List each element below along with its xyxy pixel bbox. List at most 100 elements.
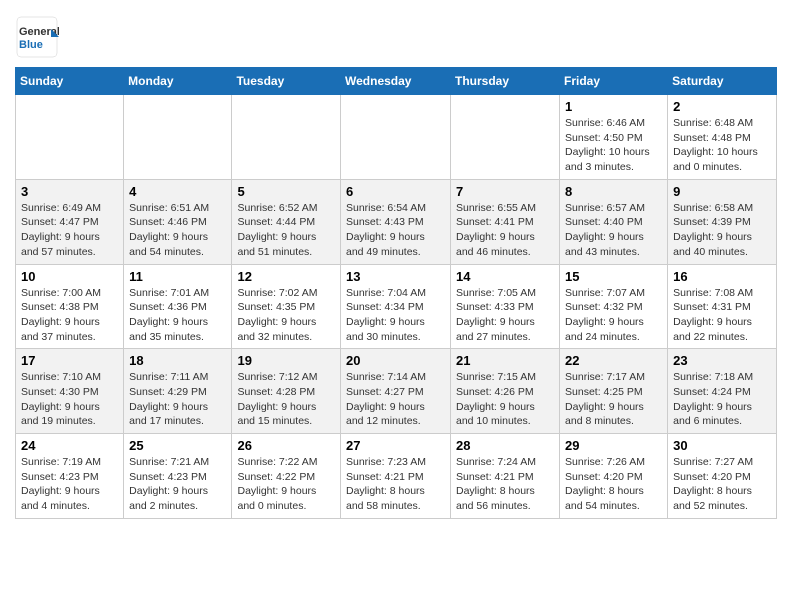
day-number: 18 <box>129 353 226 368</box>
day-number: 20 <box>346 353 445 368</box>
calendar-cell: 20Sunrise: 7:14 AM Sunset: 4:27 PM Dayli… <box>341 349 451 434</box>
calendar-cell: 19Sunrise: 7:12 AM Sunset: 4:28 PM Dayli… <box>232 349 341 434</box>
day-info: Sunrise: 6:46 AM Sunset: 4:50 PM Dayligh… <box>565 116 662 175</box>
week-row-2: 3 Sunrise: 6:49 AM Sunset: 4:47 PM Daylig… <box>16 179 777 264</box>
day-number: 7 <box>456 184 554 199</box>
calendar-cell: 18Sunrise: 7:11 AM Sunset: 4:29 PM Dayli… <box>124 349 232 434</box>
weekday-header-saturday: Saturday <box>668 68 777 95</box>
day-number: 29 <box>565 438 662 453</box>
day-number: 14 <box>456 269 554 284</box>
day-number: 6 <box>346 184 445 199</box>
calendar-cell: 2 Sunrise: 6:48 AM Sunset: 4:48 PM Daylig… <box>668 95 777 180</box>
calendar-cell: 29 Sunrise: 7:26 AM Sunset: 4:20 PM Dayli… <box>560 434 668 519</box>
weekday-header-row: SundayMondayTuesdayWednesdayThursdayFrid… <box>16 68 777 95</box>
day-number: 11 <box>129 269 226 284</box>
day-number: 24 <box>21 438 118 453</box>
calendar: SundayMondayTuesdayWednesdayThursdayFrid… <box>15 67 777 519</box>
calendar-cell: 14 Sunrise: 7:05 AM Sunset: 4:33 PM Dayli… <box>451 264 560 349</box>
day-info: Sunrise: 7:19 AM Sunset: 4:23 PM Dayligh… <box>21 455 118 514</box>
calendar-cell: 24 Sunrise: 7:19 AM Sunset: 4:23 PM Dayli… <box>16 434 124 519</box>
calendar-cell: 16 Sunrise: 7:08 AM Sunset: 4:31 PM Dayli… <box>668 264 777 349</box>
day-number: 21 <box>456 353 554 368</box>
weekday-header-tuesday: Tuesday <box>232 68 341 95</box>
day-info: Sunrise: 7:15 AM Sunset: 4:26 PM Dayligh… <box>456 370 554 429</box>
day-info: Sunrise: 7:22 AM Sunset: 4:22 PM Dayligh… <box>237 455 335 514</box>
calendar-cell <box>341 95 451 180</box>
day-info: Sunrise: 7:27 AM Sunset: 4:20 PM Dayligh… <box>673 455 771 514</box>
day-info: Sunrise: 6:49 AM Sunset: 4:47 PM Dayligh… <box>21 201 118 260</box>
day-number: 9 <box>673 184 771 199</box>
calendar-cell <box>232 95 341 180</box>
calendar-cell: 11 Sunrise: 7:01 AM Sunset: 4:36 PM Dayli… <box>124 264 232 349</box>
weekday-header-monday: Monday <box>124 68 232 95</box>
calendar-cell: 5 Sunrise: 6:52 AM Sunset: 4:44 PM Daylig… <box>232 179 341 264</box>
day-info: Sunrise: 7:02 AM Sunset: 4:35 PM Dayligh… <box>237 286 335 345</box>
day-number: 5 <box>237 184 335 199</box>
day-number: 8 <box>565 184 662 199</box>
week-row-5: 24 Sunrise: 7:19 AM Sunset: 4:23 PM Dayli… <box>16 434 777 519</box>
svg-text:Blue: Blue <box>19 39 43 51</box>
calendar-cell: 17 Sunrise: 7:10 AM Sunset: 4:30 PM Dayli… <box>16 349 124 434</box>
day-info: Sunrise: 6:54 AM Sunset: 4:43 PM Dayligh… <box>346 201 445 260</box>
day-info: Sunrise: 7:26 AM Sunset: 4:20 PM Dayligh… <box>565 455 662 514</box>
day-number: 26 <box>237 438 335 453</box>
day-number: 3 <box>21 184 118 199</box>
day-number: 15 <box>565 269 662 284</box>
calendar-cell: 6 Sunrise: 6:54 AM Sunset: 4:43 PM Daylig… <box>341 179 451 264</box>
day-number: 2 <box>673 99 771 114</box>
day-number: 27 <box>346 438 445 453</box>
calendar-cell: 25 Sunrise: 7:21 AM Sunset: 4:23 PM Dayli… <box>124 434 232 519</box>
calendar-cell: 8 Sunrise: 6:57 AM Sunset: 4:40 PM Daylig… <box>560 179 668 264</box>
day-info: Sunrise: 7:21 AM Sunset: 4:23 PM Dayligh… <box>129 455 226 514</box>
calendar-cell: 7 Sunrise: 6:55 AM Sunset: 4:41 PM Daylig… <box>451 179 560 264</box>
day-info: Sunrise: 6:57 AM Sunset: 4:40 PM Dayligh… <box>565 201 662 260</box>
day-number: 1 <box>565 99 662 114</box>
day-info: Sunrise: 6:58 AM Sunset: 4:39 PM Dayligh… <box>673 201 771 260</box>
calendar-cell: 4Sunrise: 6:51 AM Sunset: 4:46 PM Daylig… <box>124 179 232 264</box>
day-number: 10 <box>21 269 118 284</box>
day-info: Sunrise: 6:48 AM Sunset: 4:48 PM Dayligh… <box>673 116 771 175</box>
day-info: Sunrise: 6:52 AM Sunset: 4:44 PM Dayligh… <box>237 201 335 260</box>
weekday-header-wednesday: Wednesday <box>341 68 451 95</box>
day-info: Sunrise: 7:01 AM Sunset: 4:36 PM Dayligh… <box>129 286 226 345</box>
day-info: Sunrise: 7:12 AM Sunset: 4:28 PM Dayligh… <box>237 370 335 429</box>
logo: General Blue <box>15 15 59 59</box>
day-info: Sunrise: 7:05 AM Sunset: 4:33 PM Dayligh… <box>456 286 554 345</box>
calendar-cell: 3 Sunrise: 6:49 AM Sunset: 4:47 PM Daylig… <box>16 179 124 264</box>
day-info: Sunrise: 7:18 AM Sunset: 4:24 PM Dayligh… <box>673 370 771 429</box>
header: General Blue <box>15 10 777 59</box>
weekday-header-thursday: Thursday <box>451 68 560 95</box>
day-info: Sunrise: 7:17 AM Sunset: 4:25 PM Dayligh… <box>565 370 662 429</box>
calendar-cell: 30 Sunrise: 7:27 AM Sunset: 4:20 PM Dayli… <box>668 434 777 519</box>
week-row-3: 10Sunrise: 7:00 AM Sunset: 4:38 PM Dayli… <box>16 264 777 349</box>
day-number: 4 <box>129 184 226 199</box>
day-number: 22 <box>565 353 662 368</box>
logo-svg: General Blue <box>15 15 59 59</box>
calendar-cell: 9 Sunrise: 6:58 AM Sunset: 4:39 PM Daylig… <box>668 179 777 264</box>
calendar-cell <box>16 95 124 180</box>
day-info: Sunrise: 7:07 AM Sunset: 4:32 PM Dayligh… <box>565 286 662 345</box>
day-info: Sunrise: 7:23 AM Sunset: 4:21 PM Dayligh… <box>346 455 445 514</box>
day-info: Sunrise: 7:04 AM Sunset: 4:34 PM Dayligh… <box>346 286 445 345</box>
day-number: 28 <box>456 438 554 453</box>
week-row-1: 1 Sunrise: 6:46 AM Sunset: 4:50 PM Daylig… <box>16 95 777 180</box>
day-info: Sunrise: 6:55 AM Sunset: 4:41 PM Dayligh… <box>456 201 554 260</box>
calendar-cell: 22 Sunrise: 7:17 AM Sunset: 4:25 PM Dayli… <box>560 349 668 434</box>
calendar-cell: 27 Sunrise: 7:23 AM Sunset: 4:21 PM Dayli… <box>341 434 451 519</box>
calendar-cell <box>451 95 560 180</box>
week-row-4: 17 Sunrise: 7:10 AM Sunset: 4:30 PM Dayli… <box>16 349 777 434</box>
day-info: Sunrise: 7:24 AM Sunset: 4:21 PM Dayligh… <box>456 455 554 514</box>
day-number: 12 <box>237 269 335 284</box>
calendar-cell: 26 Sunrise: 7:22 AM Sunset: 4:22 PM Dayli… <box>232 434 341 519</box>
day-number: 25 <box>129 438 226 453</box>
day-number: 16 <box>673 269 771 284</box>
calendar-cell <box>124 95 232 180</box>
day-info: Sunrise: 7:10 AM Sunset: 4:30 PM Dayligh… <box>21 370 118 429</box>
calendar-cell: 21 Sunrise: 7:15 AM Sunset: 4:26 PM Dayli… <box>451 349 560 434</box>
day-info: Sunrise: 7:08 AM Sunset: 4:31 PM Dayligh… <box>673 286 771 345</box>
weekday-header-friday: Friday <box>560 68 668 95</box>
calendar-cell: 15 Sunrise: 7:07 AM Sunset: 4:32 PM Dayli… <box>560 264 668 349</box>
day-number: 30 <box>673 438 771 453</box>
day-number: 17 <box>21 353 118 368</box>
day-number: 13 <box>346 269 445 284</box>
